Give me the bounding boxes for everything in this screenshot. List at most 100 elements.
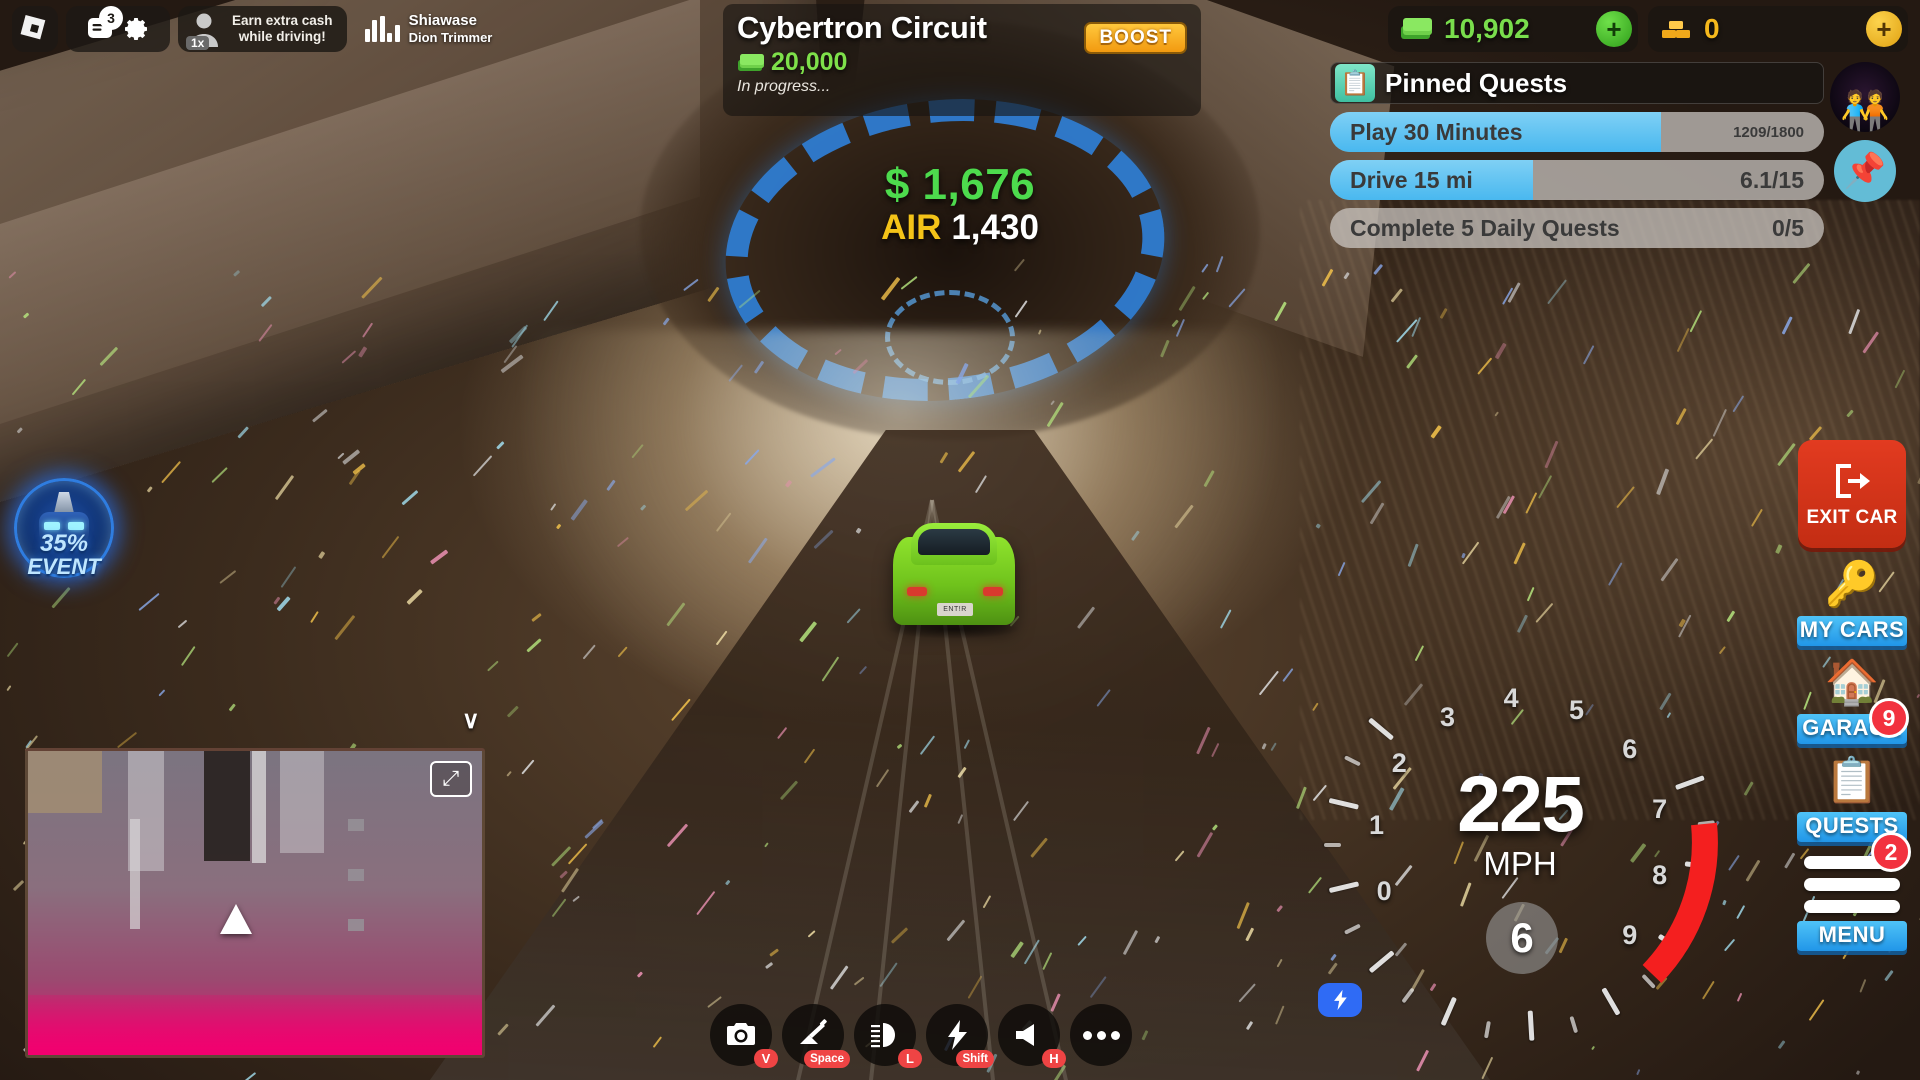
chevron-down-icon[interactable]: ∨ xyxy=(462,706,480,735)
wiper-icon[interactable]: Space xyxy=(782,1004,850,1068)
quest-row[interactable]: Play 30 Minutes 1209/1800 xyxy=(1330,112,1824,152)
sidebar-item-my-cars[interactable]: 🔑 MY CARS xyxy=(1793,554,1911,646)
nitro-key-hint: Shift xyxy=(956,1050,994,1068)
cash-balance: 10,902 + xyxy=(1388,6,1638,52)
quest-progress-text: 1209/1800 xyxy=(1733,123,1804,141)
transformer-eye-right xyxy=(68,522,84,530)
exit-car-label: EXIT CAR xyxy=(1806,507,1898,528)
camera-key-hint: V xyxy=(754,1049,778,1068)
car-taillight-right xyxy=(983,587,1003,596)
promo-line-1: Earn extra cash xyxy=(232,13,333,29)
roblox-logo-icon[interactable] xyxy=(12,6,58,52)
now-playing: Shiawase Dion Trimmer xyxy=(364,12,493,45)
chat-icon[interactable]: 3 xyxy=(85,6,123,44)
pinned-quests-header: 📋 Pinned Quests xyxy=(1330,62,1824,104)
transformer-eye-left xyxy=(44,522,60,530)
nitro-bolt-icon xyxy=(1334,989,1347,1011)
race-reward-amount: 20,000 xyxy=(771,48,848,76)
boost-badge: BOOST xyxy=(1084,22,1187,54)
avatar-icon: 1x xyxy=(184,9,224,50)
chat-unread-badge: 3 xyxy=(99,6,123,30)
pinned-quests-title: Pinned Quests xyxy=(1385,67,1568,98)
sidebar-item-garage[interactable]: 🏠 GARAGE 9 xyxy=(1793,652,1911,744)
cash-stack-icon xyxy=(738,53,764,71)
quest-side-buttons: 🧑‍🤝‍🧑 📌 xyxy=(1830,62,1908,202)
roblox-quick-actions: 3 xyxy=(66,6,170,52)
equalizer-icon xyxy=(364,15,400,42)
car-rear-window xyxy=(918,529,990,555)
now-playing-text: Shiawase Dion Trimmer xyxy=(408,12,493,45)
add-gold-button[interactable]: + xyxy=(1866,11,1902,47)
air-label: AIR xyxy=(881,208,942,247)
minimap-building xyxy=(348,919,364,931)
more-dots-icon[interactable] xyxy=(1070,1004,1132,1066)
expand-icon[interactable]: ⤢ xyxy=(430,761,472,797)
quest-row[interactable]: Complete 5 Daily Quests 0/5 xyxy=(1330,208,1824,248)
gear-indicator: 6 xyxy=(1486,902,1558,974)
action-bar: V Space L Shift H xyxy=(710,1004,1132,1068)
quest-row[interactable]: Drive 15 mi 6.1/15 xyxy=(1330,160,1824,200)
side-menu: EXIT CAR 🔑 MY CARS 🏠 GARAGE 9 📋 QUESTS 2… xyxy=(1792,440,1912,951)
car-license-plate: ENT!R xyxy=(937,603,973,616)
exit-car-button[interactable]: EXIT CAR xyxy=(1798,440,1906,548)
quest-progress-text: 0/5 xyxy=(1772,214,1804,241)
menu-badge: 2 xyxy=(1871,832,1911,872)
speedometer: 0123456789 225 MPH 6 xyxy=(1300,630,1740,1060)
speed-unit: MPH xyxy=(1483,845,1557,882)
quest-label: Complete 5 Daily Quests xyxy=(1350,214,1620,241)
clipboard-icon: 📋 xyxy=(1335,64,1375,102)
gold-balance: 0 + xyxy=(1648,6,1908,52)
add-cash-button[interactable]: + xyxy=(1596,11,1632,47)
track-artist: Dion Trimmer xyxy=(408,29,493,45)
player-arrow-icon xyxy=(220,904,252,934)
headlight-icon[interactable]: L xyxy=(854,1004,922,1068)
event-badge[interactable]: 35% EVENT xyxy=(14,478,114,579)
minimap-building xyxy=(348,869,364,881)
sidebar-item-menu[interactable]: 2 MENU xyxy=(1797,832,1911,951)
menu-label: MENU xyxy=(1797,921,1907,951)
air-value: 1,430 xyxy=(951,208,1039,247)
my-cars-label: MY CARS xyxy=(1797,616,1907,646)
currency-bar: 10,902 + 0 + xyxy=(1388,6,1908,52)
quest-label: Drive 15 mi xyxy=(1350,166,1473,193)
pushpin-icon[interactable]: 📌 xyxy=(1834,140,1896,202)
car-keys-icon: 🔑 xyxy=(1824,560,1880,609)
pinned-quests-panel: 📋 Pinned Quests Play 30 Minutes 1209/1800… xyxy=(1330,62,1900,248)
minimap[interactable]: ⤢ xyxy=(25,748,485,1058)
wiper-key-hint: Space xyxy=(804,1050,850,1068)
exit-door-icon xyxy=(1836,464,1870,498)
nitro-bolt-icon[interactable]: Shift xyxy=(926,1004,994,1068)
boost-indicator xyxy=(1318,983,1362,1017)
gold-amount: 0 xyxy=(1704,13,1720,44)
cash-amount: 10,902 xyxy=(1444,13,1530,44)
promo-line-2: while driving! xyxy=(238,29,326,44)
player-car: ENT!R xyxy=(885,515,1025,639)
earnings-air: AIR 1,430 xyxy=(760,208,1160,248)
minimap-building xyxy=(130,819,140,929)
garage-badge: 9 xyxy=(1869,698,1909,738)
minimap-road xyxy=(252,751,266,863)
track-title: Shiawase xyxy=(408,12,477,30)
car-taillight-left xyxy=(907,587,927,596)
speed-value: 225 xyxy=(1457,759,1585,848)
cash-stack-icon xyxy=(1401,18,1432,39)
earnings-cash: $ 1,676 xyxy=(884,160,1036,209)
headlight-key-hint: L xyxy=(898,1049,922,1068)
gold-bars-icon xyxy=(1662,21,1690,38)
more-dots-glyph xyxy=(1082,1030,1120,1040)
race-status: In progress... xyxy=(737,78,831,95)
minimap-building xyxy=(348,819,364,831)
minimap-building xyxy=(28,751,102,813)
roblox-topbar: 3 1x Earn extra cash while driving! Shia… xyxy=(12,6,492,52)
player-avatar-icon[interactable]: 🧑‍🤝‍🧑 xyxy=(1830,62,1900,132)
gear-icon[interactable] xyxy=(121,14,151,44)
sidebar-item-quests[interactable]: 📋 QUESTS xyxy=(1793,750,1911,842)
cash-multiplier-label: 1x xyxy=(186,36,210,50)
minimap-road xyxy=(204,751,250,861)
earnings-hud: $ 1,676 AIR 1,430 xyxy=(760,160,1160,248)
horn-icon[interactable]: H xyxy=(998,1004,1066,1068)
horn-key-hint: H xyxy=(1042,1049,1066,1068)
quest-list: Play 30 Minutes 1209/1800 Drive 15 mi 6.1/1… xyxy=(1330,112,1824,248)
earn-cash-promo[interactable]: 1x Earn extra cash while driving! xyxy=(178,6,347,52)
camera-icon[interactable]: V xyxy=(710,1004,778,1068)
